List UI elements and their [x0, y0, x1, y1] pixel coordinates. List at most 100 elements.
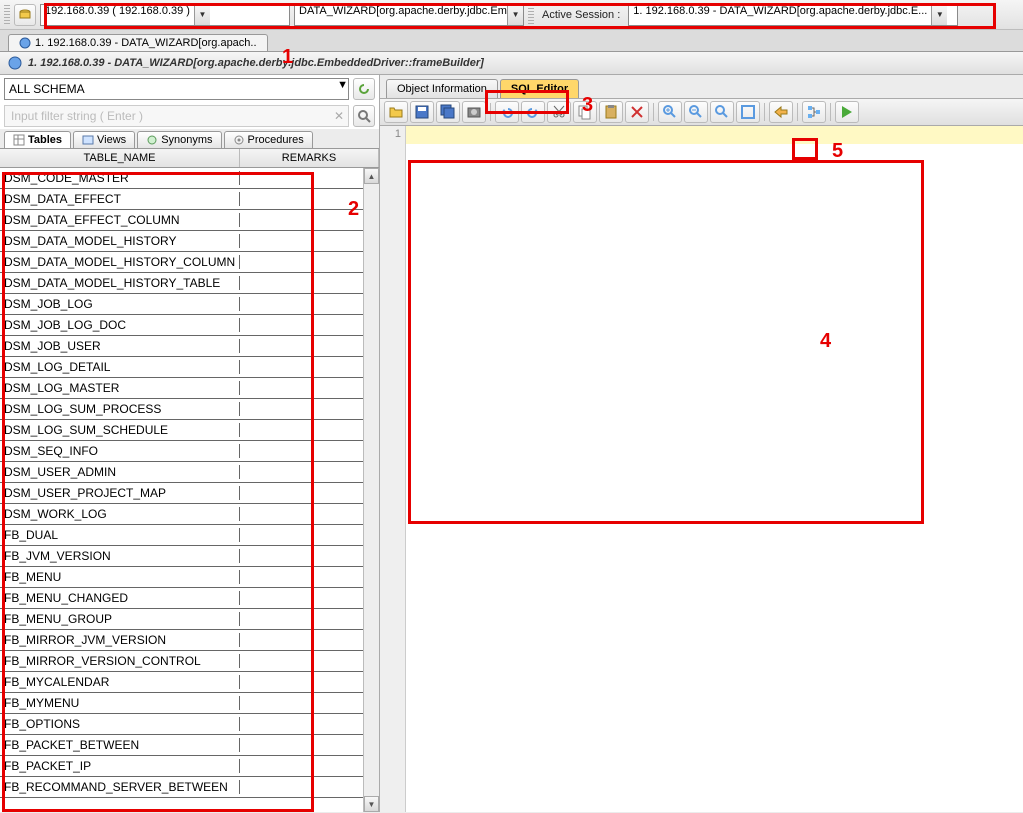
database-combo[interactable]: DATA_WIZARD[org.apache.derby.jdbc.Em ▼ [294, 4, 524, 26]
chevron-down-icon[interactable]: ▼ [194, 5, 210, 25]
table-icon [13, 134, 25, 146]
paste-button[interactable] [599, 101, 623, 123]
new-connection-button[interactable] [14, 4, 36, 26]
table-row[interactable]: FB_RECOMMAND_SERVER_BETWEEN [0, 777, 363, 798]
sql-editor-area[interactable]: 1 [380, 126, 1023, 812]
table-row[interactable]: DSM_SEQ_INFO [0, 441, 363, 462]
table-name-cell: FB_PACKET_IP [0, 759, 240, 773]
table-row[interactable]: DSM_DATA_MODEL_HISTORY_COLUMN [0, 252, 363, 273]
scroll-down-icon[interactable]: ▼ [364, 796, 379, 812]
table-row[interactable]: DSM_LOG_DETAIL [0, 357, 363, 378]
document-tab-label: 1. 192.168.0.39 - DATA_WIZARD[org.apach.… [35, 37, 257, 49]
copy-icon [577, 104, 593, 120]
table-row[interactable]: DSM_LOG_SUM_PROCESS [0, 399, 363, 420]
table-row[interactable]: FB_MYMENU [0, 693, 363, 714]
schema-combo[interactable]: ALL SCHEMA ▼ [4, 78, 349, 100]
separator [490, 103, 491, 121]
chevron-down-icon[interactable]: ▼ [931, 5, 947, 25]
table-row[interactable]: FB_MYCALENDAR [0, 672, 363, 693]
db-icon [18, 8, 32, 22]
zoomreset-button[interactable] [710, 101, 734, 123]
saveall-button[interactable] [436, 101, 460, 123]
table-row[interactable]: DSM_JOB_LOG [0, 294, 363, 315]
tab-sql-editor[interactable]: SQL Editor [500, 79, 579, 98]
table-row[interactable]: DSM_DATA_MODEL_HISTORY [0, 231, 363, 252]
table-row[interactable]: FB_PACKET_IP [0, 756, 363, 777]
tab-procedures[interactable]: Procedures [224, 131, 313, 148]
table-row[interactable]: FB_DUAL [0, 525, 363, 546]
col-table-name[interactable]: TABLE_NAME [0, 149, 240, 167]
table-row[interactable]: DSM_JOB_USER [0, 336, 363, 357]
table-name-cell: DSM_JOB_USER [0, 339, 240, 353]
table-name-cell: FB_DUAL [0, 528, 240, 542]
camera-button[interactable] [462, 101, 486, 123]
zoomfit-button[interactable] [736, 101, 760, 123]
tab-tables[interactable]: Tables [4, 131, 71, 148]
redo-button[interactable] [521, 101, 545, 123]
vertical-scrollbar[interactable]: ▲ ▼ [363, 168, 379, 812]
object-type-tabs: Tables Views Synonyms Procedures [0, 129, 379, 149]
table-row[interactable]: DSM_CODE_MASTER [0, 168, 363, 189]
zoomout-button[interactable] [684, 101, 708, 123]
open-button[interactable] [384, 101, 408, 123]
table-row[interactable]: DSM_LOG_MASTER [0, 378, 363, 399]
table-row[interactable]: FB_MENU [0, 567, 363, 588]
table-row[interactable]: FB_JVM_VERSION [0, 546, 363, 567]
table-row[interactable]: FB_PACKET_BETWEEN [0, 735, 363, 756]
editor-gutter: 1 [380, 126, 406, 812]
delete-button[interactable] [625, 101, 649, 123]
scroll-up-icon[interactable]: ▲ [364, 168, 379, 184]
tree-button[interactable] [802, 101, 826, 123]
search-button[interactable] [353, 105, 375, 127]
filter-input[interactable]: Input filter string ( Enter ) ✕ [4, 105, 349, 127]
table-name-cell: DSM_USER_ADMIN [0, 465, 240, 479]
table-row[interactable]: FB_OPTIONS [0, 714, 363, 735]
save-icon [414, 104, 430, 120]
nav-button[interactable] [769, 101, 793, 123]
host-combo[interactable]: 192.168.0.39 ( 192.168.0.39 ) ▼ [40, 4, 290, 26]
table-row[interactable]: DSM_USER_ADMIN [0, 462, 363, 483]
tab-object-information[interactable]: Object Information [386, 79, 498, 98]
search-icon [357, 109, 371, 123]
table-row[interactable]: DSM_LOG_SUM_SCHEDULE [0, 420, 363, 441]
document-tab[interactable]: 1. 192.168.0.39 - DATA_WIZARD[org.apach.… [8, 34, 268, 51]
session-combo[interactable]: 1. 192.168.0.39 - DATA_WIZARD[org.apache… [628, 4, 958, 26]
view-icon [82, 134, 94, 146]
editor-tabs: Object Information SQL Editor [380, 75, 1023, 99]
col-remarks[interactable]: REMARKS [240, 149, 379, 167]
session-combo-text: 1. 192.168.0.39 - DATA_WIZARD[org.apache… [629, 5, 931, 25]
table-row[interactable]: DSM_WORK_LOG [0, 504, 363, 525]
save-button[interactable] [410, 101, 434, 123]
table-name-cell: DSM_JOB_LOG [0, 297, 240, 311]
chevron-down-icon[interactable]: ▼ [507, 5, 523, 25]
table-name-cell: FB_PACKET_BETWEEN [0, 738, 240, 752]
table-row[interactable]: FB_MENU_GROUP [0, 609, 363, 630]
chevron-down-icon[interactable]: ▼ [337, 79, 348, 99]
table-row[interactable]: FB_MENU_CHANGED [0, 588, 363, 609]
table-name-cell: DSM_CODE_MASTER [0, 171, 240, 185]
undo-button[interactable] [495, 101, 519, 123]
tree-icon [806, 104, 822, 120]
run-button[interactable] [835, 101, 859, 123]
table-row[interactable]: DSM_DATA_EFFECT [0, 189, 363, 210]
table-name-cell: DSM_LOG_SUM_SCHEDULE [0, 423, 240, 437]
clear-icon[interactable]: ✕ [334, 109, 344, 123]
table-row[interactable]: DSM_JOB_LOG_DOC [0, 315, 363, 336]
editor-textarea[interactable] [406, 126, 1023, 812]
table-row[interactable]: FB_MIRROR_JVM_VERSION [0, 630, 363, 651]
table-row[interactable]: DSM_DATA_MODEL_HISTORY_TABLE [0, 273, 363, 294]
copy-button[interactable] [573, 101, 597, 123]
table-name-cell: DSM_LOG_MASTER [0, 381, 240, 395]
refresh-button[interactable] [353, 78, 375, 100]
tab-views[interactable]: Views [73, 131, 135, 148]
cut-icon [551, 104, 567, 120]
tab-synonyms[interactable]: Synonyms [137, 131, 221, 148]
table-row[interactable]: FB_MIRROR_VERSION_CONTROL [0, 651, 363, 672]
table-name-cell: DSM_DATA_MODEL_HISTORY_COLUMN [0, 255, 240, 269]
cut-button[interactable] [547, 101, 571, 123]
table-row[interactable]: DSM_DATA_EFFECT_COLUMN [0, 210, 363, 231]
zoomin-button[interactable] [658, 101, 682, 123]
synonym-icon [146, 134, 158, 146]
table-row[interactable]: DSM_USER_PROJECT_MAP [0, 483, 363, 504]
paste-icon [603, 104, 619, 120]
